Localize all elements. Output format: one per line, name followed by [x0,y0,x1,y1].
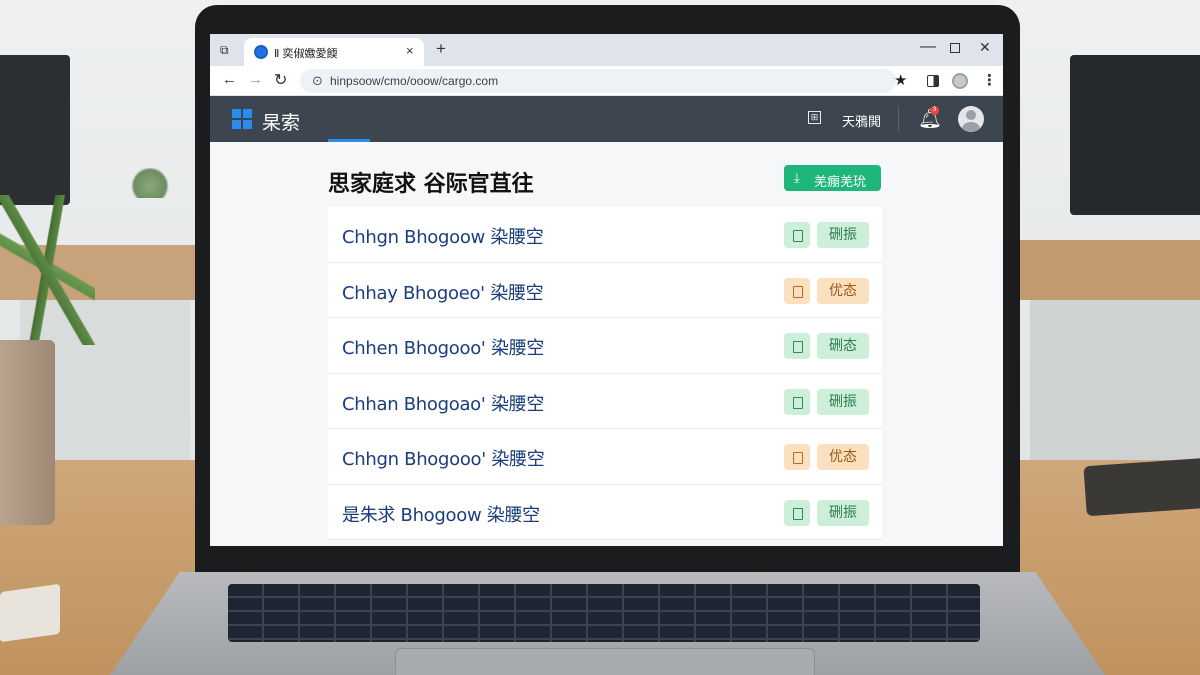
site-info-icon[interactable]: ⊙ [312,73,323,89]
back-icon[interactable]: ← [222,71,237,88]
list-item[interactable]: Chhgn Bhogooo' 染腰空 优态 [328,429,882,485]
clipboard-icon[interactable] [784,333,810,359]
sidepanel-icon[interactable] [927,75,939,87]
main-content: 思家庭求 谷际官苴往 ⤓ 羌痭羌玧 Chhgn Bhogoow 染腰空 硎振 C… [210,142,1003,546]
clipboard-icon[interactable] [784,277,810,304]
list-item[interactable]: Chhgn Bhogoow 染腰空 硎振 [328,207,882,263]
list-item[interactable]: Chhay Bhogoeo' 染腰空 优态 [328,262,882,318]
clipboard-icon[interactable] [784,388,810,415]
maximize-icon[interactable] [950,43,960,53]
user-avatar[interactable] [958,106,984,132]
star-icon[interactable]: ★ [894,71,907,89]
background-plant [130,168,170,198]
reload-icon[interactable]: ↻ [274,70,287,90]
status-badge: 硎振 [817,499,869,526]
clipboard-icon[interactable] [784,499,810,526]
list-item-name: Chhan Bhogoao' 染腰空 [342,393,545,415]
status-badge: 硎振 [817,388,869,415]
list-item-name: Chhay Bhogoeo' 染腰空 [342,282,544,304]
address-bar[interactable]: ⊙ hinpsoow/cmo/ooow/cargo.com [300,69,896,93]
tablet [1083,457,1200,517]
record-list: Chhgn Bhogoow 染腰空 硎振 Chhay Bhogoeo' 染腰空 … [328,207,882,540]
notebook [0,583,60,643]
browser-tab-active[interactable]: Ⅱ 奕俶嫐愛餪 × [244,38,424,66]
background-cabinet-right [1030,300,1200,460]
minimize-icon[interactable]: — [920,38,936,56]
download-icon: ⤓ [794,170,800,185]
potted-plant-leaves [0,195,95,345]
apps-grid-icon[interactable]: ⊞ [808,111,821,124]
tab-close-icon[interactable]: × [406,43,414,58]
list-item[interactable]: Chhen Bhogooo' 染腰空 硎态 [328,318,882,374]
menu-icon[interactable]: ⋮ [982,71,997,89]
new-tab-icon[interactable]: + [436,39,446,59]
browser-tab-strip: ⧉ Ⅱ 奕俶嫐愛餪 × + — ✕ [210,34,1003,66]
extension-icon[interactable] [952,73,968,89]
list-item-name: Chhgn Bhogoow 染腰空 [342,227,544,248]
forward-icon[interactable]: → [248,71,263,88]
list-item[interactable]: Chhan Bhogoao' 染腰空 硎振 [328,373,882,429]
laptop-keyboard-rows [228,584,980,642]
logo-icon[interactable] [232,109,252,129]
app-header: 杲索 ⊞ 天鴉閧 🔔︎ 3 [210,96,1003,142]
background-shelf-right [1015,240,1200,300]
potted-plant-pot [0,340,55,525]
header-link[interactable]: 天鴉閧 [842,111,881,130]
clipboard-icon[interactable] [784,444,810,470]
browser-toolbar: ← → ↻ ⊙ hinpsoow/cmo/ooow/cargo.com ★ ⋮ [210,66,1003,96]
page-title: 思家庭求 谷际官苴往 [328,172,534,197]
favicon-icon [254,45,268,59]
export-button[interactable]: ⤓ 羌痭羌玧 [784,165,881,191]
notification-badge: 3 [930,106,939,115]
list-item-name: Chhgn Bhogooo' 染腰空 [342,449,545,470]
app-title[interactable]: 杲索 [262,108,300,135]
list-item-name: Chhen Bhogooo' 染腰空 [342,338,545,359]
status-badge: 优态 [817,277,869,304]
list-item-name: 是朱求 Bhogoow 染腰空 [342,504,540,526]
header-divider [898,106,899,132]
clipboard-icon[interactable] [784,222,810,248]
close-icon[interactable]: ✕ [979,39,991,56]
laptop-trackpad [395,648,815,675]
tab-switch-icon[interactable]: ⧉ [220,43,234,57]
background-monitor-left [0,55,70,205]
address-url: hinpsoow/cmo/ooow/cargo.com [330,74,499,88]
tab-title: Ⅱ 奕俶嫐愛餪 [274,48,338,60]
background-monitor-right [1070,55,1200,215]
export-button-label: 羌痭羌玧 [814,174,867,189]
list-item[interactable]: 是朱求 Bhogoow 染腰空 硎振 [328,484,882,540]
status-badge: 优态 [817,444,869,470]
status-badge: 硎振 [817,222,869,248]
laptop-screen: ⧉ Ⅱ 奕俶嫐愛餪 × + — ✕ ← → ↻ ⊙ hinpsoow/cmo/o… [210,34,1003,546]
status-badge: 硎态 [817,333,869,359]
